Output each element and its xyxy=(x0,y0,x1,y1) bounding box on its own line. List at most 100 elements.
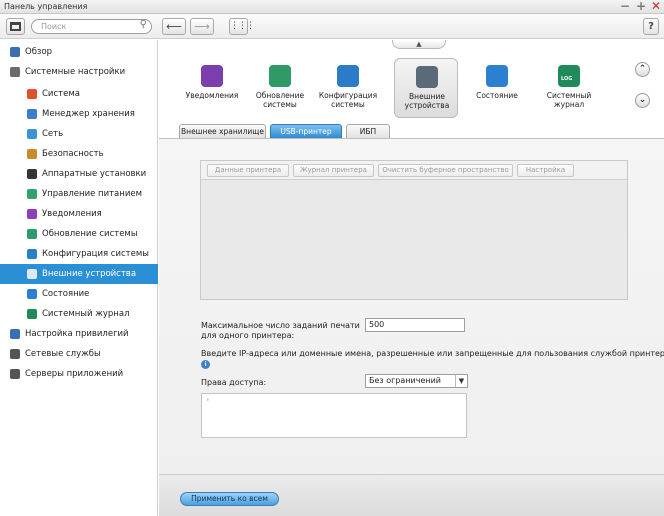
ip-access-description: Введите IP-адреса или доменные имена, ра… xyxy=(201,349,664,358)
log-icon xyxy=(27,309,37,319)
sidebar-item-label: Внешние устройства xyxy=(42,269,137,279)
monitor-icon xyxy=(27,289,37,299)
tab[interactable]: USB-принтер xyxy=(270,124,342,138)
sidebar-item-label: Сеть xyxy=(42,129,64,139)
close-icon[interactable]: ✕ xyxy=(651,0,661,13)
overview-icon xyxy=(10,47,20,57)
app-tile[interactable]: Уведомления xyxy=(180,58,244,118)
sidebar-item[interactable]: Сетевые службы xyxy=(0,344,158,364)
sidebar-item[interactable]: Конфигурация системы xyxy=(0,244,158,264)
sidebar-item[interactable]: Безопасность xyxy=(0,144,158,164)
app-tile[interactable]: LOG Системный журнал xyxy=(537,58,601,118)
sidebar-item[interactable]: Система xyxy=(0,84,158,104)
home-button[interactable] xyxy=(6,18,25,35)
notification-icon xyxy=(27,209,37,219)
storage-icon xyxy=(27,109,37,119)
scroll-down-button[interactable]: ⌄ xyxy=(635,93,650,108)
max-jobs-input[interactable]: 500 xyxy=(365,318,465,332)
app-tile-label: Конфигурация системы xyxy=(318,91,378,109)
access-rights-select[interactable]: Без ограничений ▼ xyxy=(365,374,468,388)
sidebar-item[interactable]: Настройка привилегий xyxy=(0,324,158,344)
sidebar-item[interactable]: Уведомления xyxy=(0,204,158,224)
sidebar-item[interactable]: Серверы приложений xyxy=(0,364,158,384)
minimize-icon[interactable]: − xyxy=(620,0,630,13)
apply-to-all-button[interactable]: Применить ко всем xyxy=(180,492,279,506)
ip-list-textarea[interactable]: * xyxy=(201,393,467,438)
gear-icon xyxy=(10,67,20,77)
toolbar: Поиск ⚲ ⟵ ⟶ ⋮⋮⋮ ? xyxy=(0,14,664,39)
sidebar-item[interactable]: Обновление системы xyxy=(0,224,158,244)
external-device-icon xyxy=(27,269,37,279)
tab[interactable]: Внешнее хранилище xyxy=(179,124,266,138)
app-tile-label: Обновление системы xyxy=(255,91,305,109)
forward-button[interactable]: ⟶ xyxy=(190,18,214,35)
app-tile-label: Состояние xyxy=(476,91,518,100)
log-badge: LOG xyxy=(561,76,573,82)
collapse-toggle[interactable]: ▲ xyxy=(392,40,446,49)
printer-list[interactable]: Данные принтера Журнал принтера Очистить б… xyxy=(200,160,628,300)
network-services-icon xyxy=(10,349,20,359)
sidebar-item[interactable]: Состояние xyxy=(0,284,158,304)
search-placeholder: Поиск xyxy=(41,22,67,31)
access-rights-label: Права доступа: xyxy=(201,378,267,387)
tab[interactable]: ИБП xyxy=(346,124,390,138)
main-content: ▲ ⌃ ⌄ Уведомления Обновление системы Конфи… xyxy=(159,40,664,516)
sidebar-item-label: Состояние xyxy=(42,289,90,299)
app-tile[interactable]: Состояние xyxy=(465,58,529,118)
printer-action-button[interactable]: Очистить буферное пространство xyxy=(378,164,513,177)
app-tile[interactable]: Конфигурация системы xyxy=(316,58,380,118)
sidebar-item-label: Обзор xyxy=(25,47,53,57)
sidebar-item[interactable]: Системные настройки xyxy=(0,62,158,82)
sidebar: Обзор Системные настройки Система Менеджер … xyxy=(0,40,158,516)
app-tile[interactable]: Обновление системы xyxy=(248,58,312,118)
title-bar: Панель управления − + ✕ xyxy=(0,0,664,14)
printer-action-button[interactable]: Данные принтера xyxy=(207,164,289,177)
app-server-icon xyxy=(10,369,20,379)
system-icon xyxy=(27,89,37,99)
sidebar-item[interactable]: Менеджер хранения xyxy=(0,104,158,124)
max-jobs-label: Максимальное число заданий печати для од… xyxy=(201,321,360,340)
app-tile-label: Внешние устройства xyxy=(404,92,450,110)
config-app-icon xyxy=(337,65,359,87)
sidebar-item[interactable]: Системный журнал xyxy=(0,304,158,324)
sidebar-item-label: Аппаратные установки xyxy=(42,169,147,179)
printer-action-button[interactable]: Настройка xyxy=(517,164,574,177)
back-button[interactable]: ⟵ xyxy=(162,18,186,35)
user-icon xyxy=(10,329,20,339)
search-input[interactable]: Поиск ⚲ xyxy=(31,19,152,34)
sidebar-item-label: Управление питанием xyxy=(42,189,142,199)
sidebar-item[interactable]: Обзор xyxy=(0,42,158,62)
app-tile-label: Системный журнал xyxy=(546,91,592,109)
sidebar-item[interactable]: Сеть xyxy=(0,124,158,144)
network-icon xyxy=(27,129,37,139)
update-app-icon xyxy=(269,65,291,87)
sidebar-item[interactable]: Управление питанием xyxy=(0,184,158,204)
notification-app-icon xyxy=(201,65,223,87)
app-tile[interactable]: Внешние устройства xyxy=(394,58,458,118)
status-app-icon xyxy=(486,65,508,87)
sidebar-item[interactable]: Внешние устройства xyxy=(0,264,158,284)
bulb-icon xyxy=(27,189,37,199)
sidebar-item-label: Системные настройки xyxy=(25,67,126,77)
apps-grid-button[interactable]: ⋮⋮⋮ xyxy=(229,18,255,35)
app-icon-bar: ▲ ⌃ ⌄ Уведомления Обновление системы Конфи… xyxy=(159,40,664,125)
scroll-up-button[interactable]: ⌃ xyxy=(635,62,650,77)
sidebar-item[interactable]: Аппаратные установки xyxy=(0,164,158,184)
help-button[interactable]: ? xyxy=(643,18,659,35)
maximize-icon[interactable]: + xyxy=(636,0,646,13)
sidebar-item-label: Менеджер хранения xyxy=(42,109,135,119)
chevron-down-icon[interactable]: ▼ xyxy=(455,375,467,387)
printer-action-button[interactable]: Журнал принтера xyxy=(293,164,374,177)
hardware-icon xyxy=(27,169,37,179)
search-icon[interactable]: ⚲ xyxy=(140,19,147,30)
info-icon[interactable]: i xyxy=(201,360,210,369)
sidebar-item-label: Серверы приложений xyxy=(25,369,124,379)
text-cursor-icon: * xyxy=(206,397,210,405)
printer-button-row: Данные принтера Журнал принтера Очистить б… xyxy=(201,161,627,180)
access-rights-value: Без ограничений xyxy=(369,376,441,385)
sidebar-item-label: Системный журнал xyxy=(42,309,130,319)
sidebar-item-label: Конфигурация системы xyxy=(42,249,149,259)
sidebar-item-label: Уведомления xyxy=(42,209,102,219)
window-title: Панель управления xyxy=(4,2,88,11)
sidebar-item-label: Обновление системы xyxy=(42,229,138,239)
